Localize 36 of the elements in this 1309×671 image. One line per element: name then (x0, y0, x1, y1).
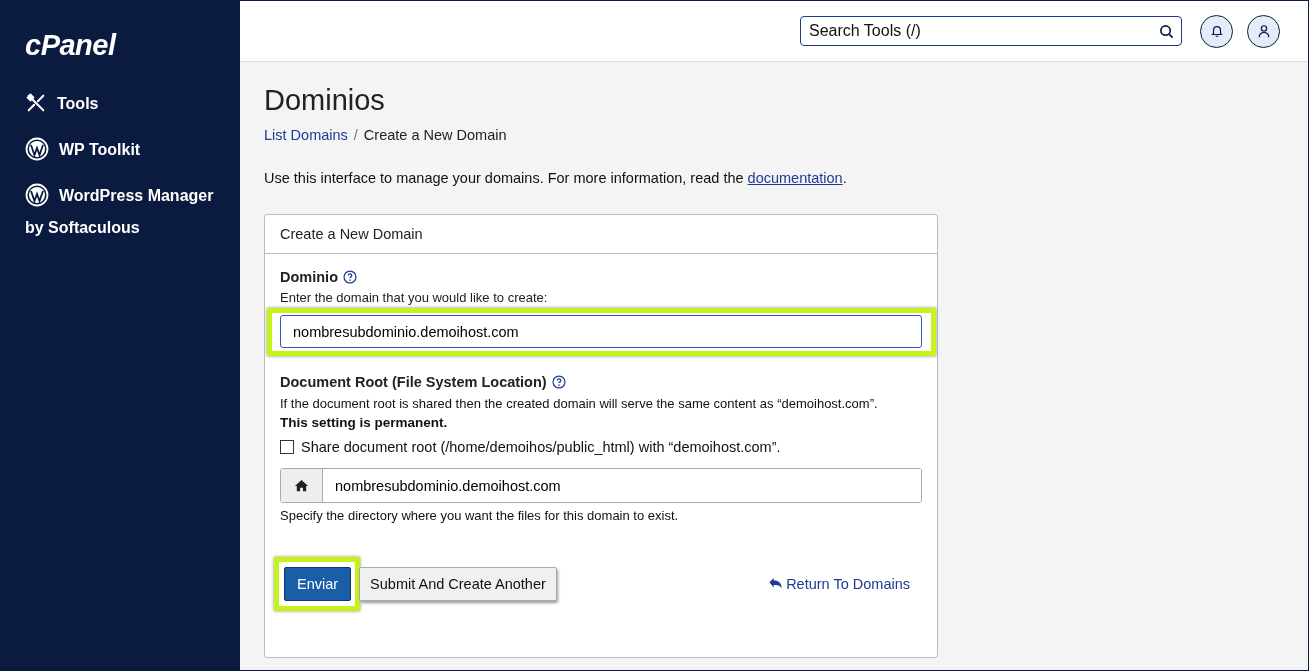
documentation-link[interactable]: documentation (747, 170, 843, 186)
wordpress-icon (25, 182, 49, 207)
breadcrumb-separator: / (353, 127, 358, 143)
help-icon[interactable] (551, 375, 566, 389)
checkbox[interactable] (280, 440, 294, 454)
breadcrumb-link[interactable]: List Domains (264, 127, 348, 143)
domain-input[interactable]: nombresubdominio.demoihost.com (280, 315, 922, 348)
checkbox-label[interactable]: Share document root (/home/demoihos/public_html) with “demoihost.com”. (301, 439, 781, 455)
home-icon (294, 478, 309, 493)
field-label: Document Root (File System Location) (280, 374, 547, 390)
help-icon[interactable] (343, 270, 357, 284)
user-icon (1256, 24, 1271, 38)
submit-another-button[interactable]: Submit And Create Another (359, 567, 557, 601)
page-title: Dominios (264, 84, 385, 117)
notifications-button[interactable] (1200, 14, 1233, 48)
path-input[interactable]: nombresubdominio.demoihost.com (280, 468, 922, 503)
breadcrumb-current: Create a New Domain (363, 127, 507, 143)
submit-button[interactable]: Enviar (284, 567, 352, 601)
field-hint: Enter the domain that you would like to create: (280, 290, 548, 305)
nav-link[interactable]: Tools (25, 88, 215, 120)
field-description: If the document root is shared then the created domain will serve the same content as “demoihost.com”. (280, 396, 879, 411)
user-button[interactable] (1247, 14, 1280, 48)
return-link[interactable]: Return To Domains (768, 576, 910, 592)
tools-icon (25, 91, 47, 114)
warning-text: This setting is permanent. (280, 415, 449, 430)
field-note: Specify the directory where you want the files for this domain to exist. (280, 508, 680, 523)
bell-icon (1209, 24, 1224, 38)
intro-text: Use this interface to manage your domains. For more information, read the documentation. (264, 170, 848, 186)
field-label: Dominio (280, 269, 338, 285)
search-field[interactable]: Search Tools (/) (800, 16, 1182, 46)
wordpress-icon (25, 136, 49, 161)
search-icon[interactable] (1159, 24, 1174, 39)
panel-title: Create a New Domain (265, 215, 937, 254)
nav-link[interactable]: WordPress Manager by Softaculous (25, 180, 215, 244)
logo: cPanel (25, 29, 116, 62)
nav-link[interactable]: WP Toolkit (25, 134, 215, 166)
